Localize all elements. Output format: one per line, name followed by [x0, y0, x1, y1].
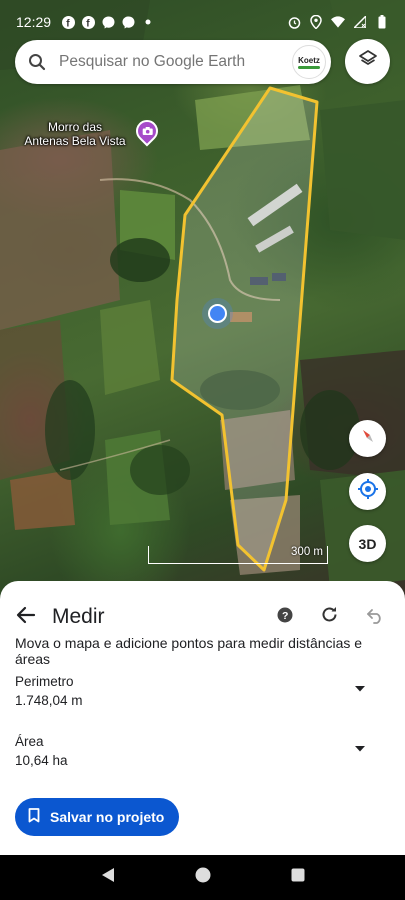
- battery-icon: [375, 15, 389, 29]
- toggle-3d-button[interactable]: 3D: [349, 525, 386, 562]
- chevron-down-icon[interactable]: [354, 740, 366, 758]
- svg-text:?: ?: [282, 610, 288, 622]
- leaf-icon: [298, 65, 320, 69]
- messenger-icon: [121, 15, 135, 29]
- layers-button[interactable]: [345, 39, 390, 84]
- status-time: 12:29: [16, 14, 52, 30]
- satellite-map[interactable]: 12:29 f f Pesquisar no Google Earth Koet…: [0, 0, 405, 600]
- reset-button[interactable]: [307, 597, 352, 637]
- dot-icon: [141, 15, 155, 29]
- compass-button[interactable]: [349, 420, 386, 457]
- perimeter-label: Perimetro: [15, 674, 74, 689]
- compass-icon: [358, 426, 378, 451]
- area-value: 10,64 ha: [15, 753, 68, 768]
- nav-back-button[interactable]: [88, 858, 128, 898]
- undo-icon: [366, 606, 384, 629]
- scale-label: 300 m: [291, 546, 323, 558]
- wifi-icon: [331, 15, 345, 29]
- home-circle-icon: [195, 867, 211, 888]
- scale-bar: 300 m: [148, 546, 328, 564]
- help-icon: ?: [277, 607, 293, 628]
- search-bar[interactable]: Koetz: [15, 40, 331, 84]
- save-to-project-label: Salvar no projeto: [50, 809, 165, 825]
- perimeter-row[interactable]: Perimetro 1.748,04 m: [15, 674, 390, 708]
- signal-icon: [353, 15, 367, 29]
- back-button[interactable]: [0, 597, 52, 637]
- camera-icon: [142, 127, 153, 136]
- area-label: Área: [15, 734, 44, 749]
- area-row[interactable]: Área 10,64 ha: [15, 734, 390, 768]
- facebook-icon: f: [81, 15, 95, 29]
- system-nav-bar: [0, 855, 405, 900]
- account-avatar[interactable]: Koetz: [292, 45, 326, 79]
- measure-instruction: Mova o mapa e adicione pontos para medir…: [15, 635, 363, 667]
- help-button[interactable]: ?: [262, 597, 307, 637]
- refresh-icon: [320, 605, 339, 629]
- chevron-down-icon[interactable]: [354, 680, 366, 698]
- map-terrain: [0, 0, 405, 590]
- back-arrow-icon: [16, 605, 36, 630]
- measure-sheet: Medir ? Mova o mapa e adicione pontos pa…: [0, 581, 405, 855]
- sheet-title: Medir: [52, 605, 105, 628]
- location-icon: [309, 15, 323, 29]
- current-location-dot: [208, 304, 227, 323]
- search-input[interactable]: [59, 53, 292, 71]
- messenger-icon: [101, 15, 115, 29]
- save-to-project-button[interactable]: Salvar no projeto: [15, 798, 180, 836]
- nav-recents-button[interactable]: [278, 858, 318, 898]
- bookmark-icon: [28, 808, 40, 826]
- alarm-icon: [287, 15, 301, 29]
- nav-home-button[interactable]: [183, 858, 223, 898]
- triangle-back-icon: [101, 867, 115, 888]
- crosshair-icon: [357, 478, 379, 505]
- perimeter-value: 1.748,04 m: [15, 693, 83, 708]
- poi-label[interactable]: Morro das Antenas Bela Vista: [10, 120, 140, 148]
- search-icon: [15, 53, 59, 71]
- undo-button[interactable]: [352, 597, 397, 637]
- brand-logo-text: Koetz: [298, 55, 320, 65]
- my-location-button[interactable]: [349, 473, 386, 510]
- layers-icon: [358, 49, 378, 74]
- facebook-icon: f: [61, 15, 75, 29]
- recents-square-icon: [291, 868, 305, 887]
- status-bar: 12:29 f f: [0, 0, 405, 44]
